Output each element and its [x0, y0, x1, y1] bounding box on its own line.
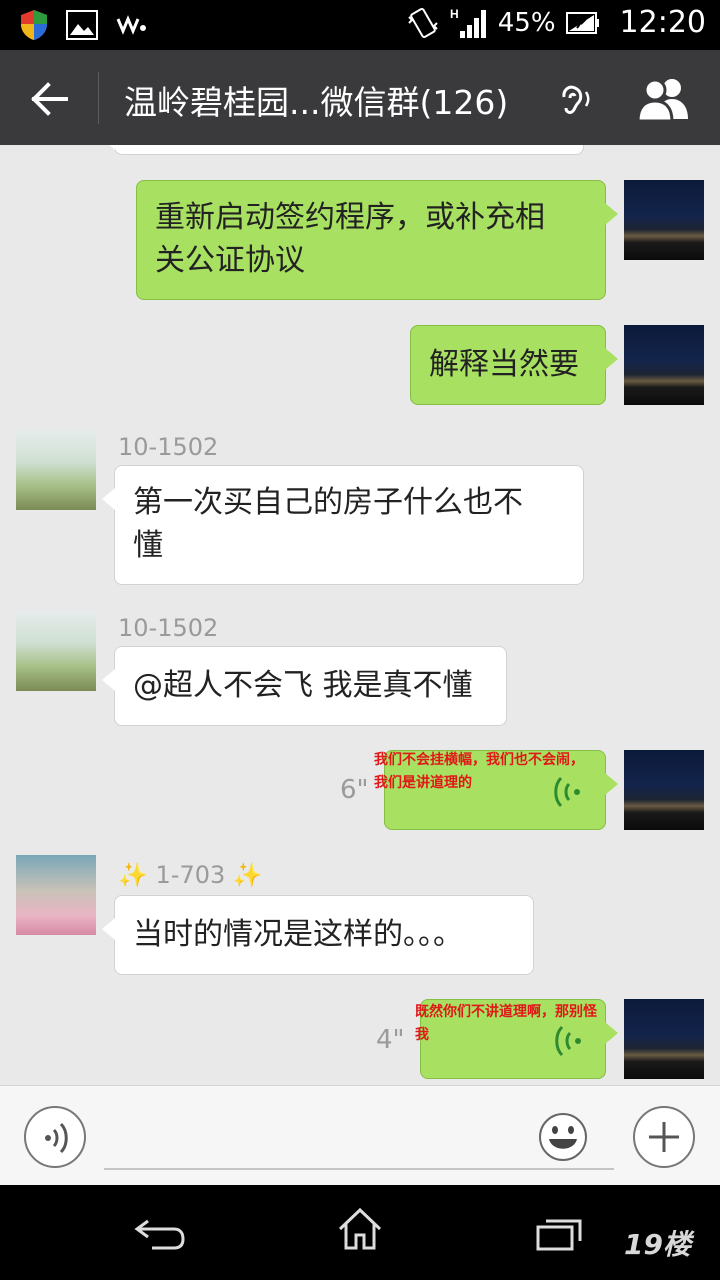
clock: 12:20	[619, 5, 706, 40]
more-options-button[interactable]	[633, 1106, 695, 1168]
ear-icon[interactable]	[556, 80, 596, 120]
chat-title[interactable]: 温岭碧桂园...微信群(126)	[124, 76, 508, 124]
message-text-line: 关公证协议	[155, 243, 305, 278]
voice-caption-line: 既然你们不讲道理啊，那别怪	[415, 1004, 597, 1020]
message-text-line: 懂	[133, 528, 163, 563]
voice-caption-line: 我们不会挂横幅，我们也不会闹，	[374, 752, 584, 768]
avatar[interactable]	[16, 855, 96, 935]
status-left-icons	[20, 9, 148, 41]
plus-icon	[649, 1122, 679, 1152]
voice-duration: 6"	[340, 775, 369, 805]
system-nav-bar: 19楼	[0, 1185, 720, 1280]
chat-message-list[interactable]: 重新启动签约程序，或补充相 关公证协议 解释当然要 10-1502 第一次买自己…	[0, 145, 720, 1085]
battery-charging-icon	[565, 11, 599, 34]
voice-mode-button[interactable]	[24, 1106, 86, 1168]
message-text-line: 第一次买自己的房子什么也不	[133, 485, 523, 520]
message-bubble[interactable]: 重新启动签约程序，或补充相 关公证协议	[136, 180, 618, 300]
voice-duration: 4"	[376, 1025, 405, 1055]
nav-home-icon[interactable]	[336, 1207, 384, 1251]
voice-caption: 既然你们不讲道理啊，那别怪 我	[415, 1001, 597, 1047]
voice-caption-line: 我	[415, 1027, 429, 1043]
status-right: H 45% 12:20	[406, 5, 706, 40]
watermark-logo: 19楼	[624, 1228, 691, 1261]
voice-caption-line: 我们是讲道理的	[374, 775, 472, 791]
shield-icon	[21, 10, 47, 40]
header-divider	[98, 72, 99, 124]
avatar[interactable]	[624, 999, 704, 1079]
message-text-line: 重新启动签约程序，或补充相	[155, 200, 545, 235]
message-bubble[interactable]: 第一次买自己的房子什么也不 懂	[102, 465, 584, 585]
signal-icon: H	[450, 7, 486, 38]
message-text-line: @超人不会飞 我是真不懂	[133, 668, 473, 703]
avatar[interactable]	[16, 430, 96, 510]
message-text-line: 解释当然要	[429, 347, 579, 382]
svg-text:H: H	[450, 7, 459, 21]
vibrate-icon	[408, 7, 438, 38]
voice-caption: 我们不会挂横幅，我们也不会闹， 我们是讲道理的	[374, 749, 584, 795]
avatar[interactable]	[624, 325, 704, 405]
nav-recent-apps-icon[interactable]	[536, 1215, 584, 1251]
avatar[interactable]	[16, 611, 96, 691]
message-bubble[interactable]: 当时的情况是这样的。。。	[102, 895, 534, 975]
image-icon	[66, 10, 98, 40]
avatar[interactable]	[624, 180, 704, 260]
sender-name: ✨ 1-703 ✨	[118, 861, 263, 889]
message-bubble[interactable]: 解释当然要	[410, 325, 618, 405]
battery-percent: 45%	[497, 7, 556, 38]
sender-name: 10-1502	[118, 614, 219, 642]
message-bubble[interactable]: @超人不会飞 我是真不懂	[102, 646, 507, 726]
message-input-bar	[0, 1085, 720, 1186]
message-text-line: 当时的情况是这样的。。。	[133, 917, 463, 952]
walkman-icon	[116, 15, 146, 35]
arrow-left-icon[interactable]	[26, 75, 74, 123]
nav-back-icon[interactable]	[134, 1215, 186, 1251]
chat-header: 温岭碧桂园...微信群(126)	[0, 50, 720, 145]
message-bubble-partial	[102, 145, 584, 155]
sender-name: 10-1502	[118, 433, 219, 461]
avatar[interactable]	[624, 750, 704, 830]
emoji-smile-icon[interactable]	[538, 1112, 588, 1162]
group-members-icon[interactable]	[634, 75, 694, 123]
voice-mode-icon	[45, 1122, 68, 1154]
status-bar: H 45% 12:20	[0, 0, 720, 50]
